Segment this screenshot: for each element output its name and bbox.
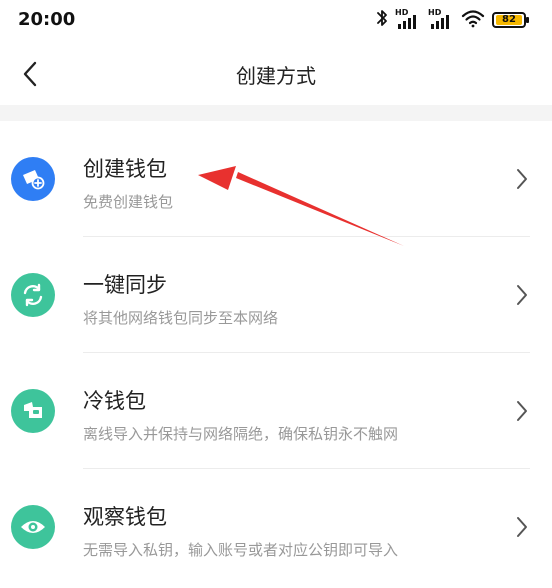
cold-wallet-icon [11, 389, 55, 433]
item-subtitle: 离线导入并保持与网络隔绝，确保私钥永不触网 [83, 425, 399, 443]
item-title: 冷钱包 [83, 389, 146, 413]
hd-label: HD [428, 8, 442, 17]
sync-icon [11, 273, 55, 317]
page-title: 创建方式 [236, 64, 316, 88]
hd-label: HD [395, 8, 409, 17]
wifi-icon [461, 8, 485, 32]
status-bar: 20:00 HD HD 82 [0, 0, 552, 40]
status-icons: HD HD 82 [376, 8, 529, 32]
item-subtitle: 免费创建钱包 [83, 193, 174, 211]
section-divider [0, 105, 552, 121]
bluetooth-icon [376, 8, 388, 32]
signal-icon: HD [395, 8, 421, 30]
list-item-watch-wallet[interactable]: 观察钱包 无需导入私钥，输入账号或者对应公钥即可导入 [0, 469, 552, 585]
battery-icon: 82 [492, 12, 529, 28]
item-title: 创建钱包 [83, 157, 167, 181]
creation-method-list: 创建钱包 免费创建钱包 一键同步 将其他网络钱包同步至本网络 冷钱包 离线导入并… [0, 121, 552, 585]
chevron-right-icon [517, 169, 527, 189]
chevron-right-icon [517, 401, 527, 421]
status-time: 20:00 [18, 9, 76, 30]
list-item-cold-wallet[interactable]: 冷钱包 离线导入并保持与网络隔绝，确保私钥永不触网 [0, 353, 552, 469]
signal-icon: HD [428, 8, 454, 30]
battery-level: 82 [496, 15, 522, 25]
wallet-add-icon [11, 157, 55, 201]
list-item-sync[interactable]: 一键同步 将其他网络钱包同步至本网络 [0, 237, 552, 353]
item-subtitle: 将其他网络钱包同步至本网络 [83, 309, 279, 327]
chevron-right-icon [517, 285, 527, 305]
eye-icon [11, 505, 55, 549]
nav-bar: 创建方式 [0, 46, 552, 102]
item-subtitle: 无需导入私钥，输入账号或者对应公钥即可导入 [83, 541, 399, 559]
item-title: 观察钱包 [83, 505, 167, 529]
list-item-create-wallet[interactable]: 创建钱包 免费创建钱包 [0, 121, 552, 237]
chevron-right-icon [517, 517, 527, 537]
item-title: 一键同步 [83, 273, 167, 297]
